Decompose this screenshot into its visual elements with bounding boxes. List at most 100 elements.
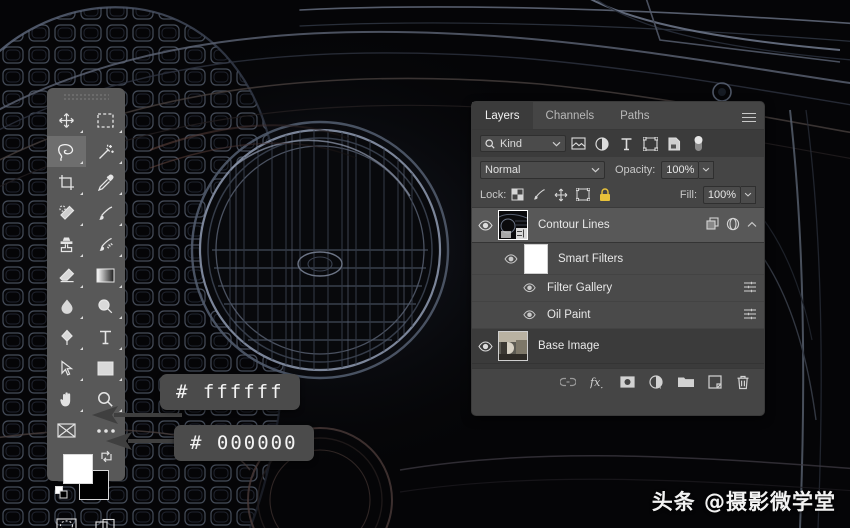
spot-healing-brush-tool[interactable] [47,198,86,229]
layer-name: Oil Paint [547,309,591,321]
tool-flyout-indicator [119,254,122,257]
tool-flyout-indicator [80,254,83,257]
fill-value[interactable]: 100% [703,185,741,204]
lasso-tool[interactable] [47,136,86,167]
thumb-corner [523,211,527,215]
panel-tab-bar: Layers Channels Paths [472,102,764,130]
layer-row-oil-paint[interactable]: Oil Paint [472,302,764,329]
tab-paths[interactable]: Paths [607,102,662,129]
panel-menu-button[interactable] [742,110,756,125]
layers-panel-footer: fx [472,368,764,395]
layer-row-smart-filters[interactable]: Smart Filters [472,243,764,275]
blend-mode-select[interactable]: Normal [480,160,605,179]
thumbnail-art [499,332,527,360]
filter-kind-select[interactable]: Kind [480,135,566,152]
smart-filters-mask-thumbnail[interactable] [524,243,548,274]
tool-flyout-indicator [80,285,83,288]
tool-flyout-indicator [80,161,83,164]
layer-visibility-toggle[interactable] [472,340,498,352]
default-colors-icon[interactable] [55,486,68,504]
layer-row-base-image[interactable]: Base Image [472,329,764,364]
tab-channels[interactable]: Channels [533,102,608,129]
rectangular-marquee-tool[interactable] [86,105,125,136]
filter-kind-label: Kind [500,137,523,150]
pixel-layer-filter-icon[interactable] [566,137,590,150]
filter-toggle-switch[interactable] [686,135,710,153]
pen-tool[interactable] [47,322,86,353]
tool-flyout-indicator [80,223,83,226]
chevron-down-icon [744,192,752,197]
lock-all[interactable] [594,187,616,202]
layer-list[interactable]: Contour Lines Smart Filters Filter Galle… [472,208,764,368]
background-color-callout: # 000000 [174,425,314,461]
lock-position[interactable] [550,188,572,202]
new-layer-button[interactable] [708,375,722,389]
type-tool[interactable] [86,322,125,353]
layer-name: Contour Lines [538,219,610,231]
menu-line [742,112,756,114]
thumb-corner [499,211,503,215]
rectangle-tool[interactable] [86,353,125,384]
adjustment-layer-button[interactable] [649,374,664,390]
tool-flyout-indicator [119,130,122,133]
adjustment-layer-filter-icon[interactable] [590,136,614,151]
filter-mask-icon[interactable] [726,217,740,234]
collapse-chevron-icon[interactable] [747,219,757,231]
crop-tool[interactable] [47,167,86,198]
blending-options-icon[interactable] [743,307,757,324]
layer-mask-button[interactable] [620,376,635,388]
smart-filters-visibility-toggle[interactable] [498,253,524,264]
foreground-color-swatch[interactable] [63,454,93,484]
layer-row-filter-gallery[interactable]: Filter Gallery [472,275,764,302]
eraser-tool[interactable] [47,260,86,291]
layer-thumbnail[interactable] [498,210,528,240]
layers-panel[interactable]: Layers Channels Paths Kind Normal Opacit… [471,101,765,416]
fill-stepper[interactable] [741,185,756,204]
move-tool[interactable] [47,105,86,136]
type-layer-filter-icon[interactable] [614,137,638,151]
screen-mode-button[interactable] [86,510,125,528]
tool-flyout-indicator [119,285,122,288]
path-selection-tool[interactable] [47,353,86,384]
opacity-value[interactable]: 100% [661,160,700,179]
tab-layers[interactable]: Layers [472,102,533,129]
brush-tool[interactable] [86,198,125,229]
eyedropper-tool[interactable] [86,167,125,198]
blur-tool[interactable] [47,291,86,322]
hand-tool[interactable] [47,384,86,415]
filter-visibility-toggle[interactable] [516,310,542,320]
filter-visibility-toggle[interactable] [516,283,542,293]
shape-layer-filter-icon[interactable] [638,136,662,151]
lock-image-pixels[interactable] [528,188,550,202]
dodge-tool[interactable] [86,291,125,322]
lock-row: Lock: Fill: 100% [472,182,764,208]
magic-wand-tool[interactable] [86,136,125,167]
layer-style-button[interactable]: fx [590,375,606,390]
smart-object-icon[interactable] [706,217,719,233]
edit-toolbar-tool[interactable] [47,415,86,446]
filter-row-icons [743,307,764,324]
quick-mask-button[interactable] [47,510,86,528]
link-layers-button[interactable] [560,377,576,387]
layer-thumbnail[interactable] [498,331,528,361]
tool-flyout-indicator [119,192,122,195]
delete-layer-button[interactable] [736,375,750,390]
clone-stamp-tool[interactable] [47,229,86,260]
blending-options-icon[interactable] [743,280,757,297]
lock-transparent-pixels[interactable] [506,188,528,201]
swap-colors-icon[interactable] [100,450,113,468]
smart-object-filter-icon[interactable] [662,136,686,151]
eye-icon [522,283,536,293]
layer-visibility-toggle[interactable] [472,219,498,231]
tool-flyout-indicator [80,192,83,195]
lock-artboard-nesting[interactable] [572,188,594,201]
tool-flyout-indicator [119,347,122,350]
opacity-stepper[interactable] [699,160,715,179]
layer-row-contour-lines[interactable]: Contour Lines [472,208,764,243]
tools-panel-drag-handle[interactable] [47,88,125,105]
history-brush-tool[interactable] [86,229,125,260]
chevron-down-icon [552,141,561,147]
color-swatches[interactable] [47,448,125,510]
new-group-button[interactable] [678,376,694,388]
gradient-tool[interactable] [86,260,125,291]
